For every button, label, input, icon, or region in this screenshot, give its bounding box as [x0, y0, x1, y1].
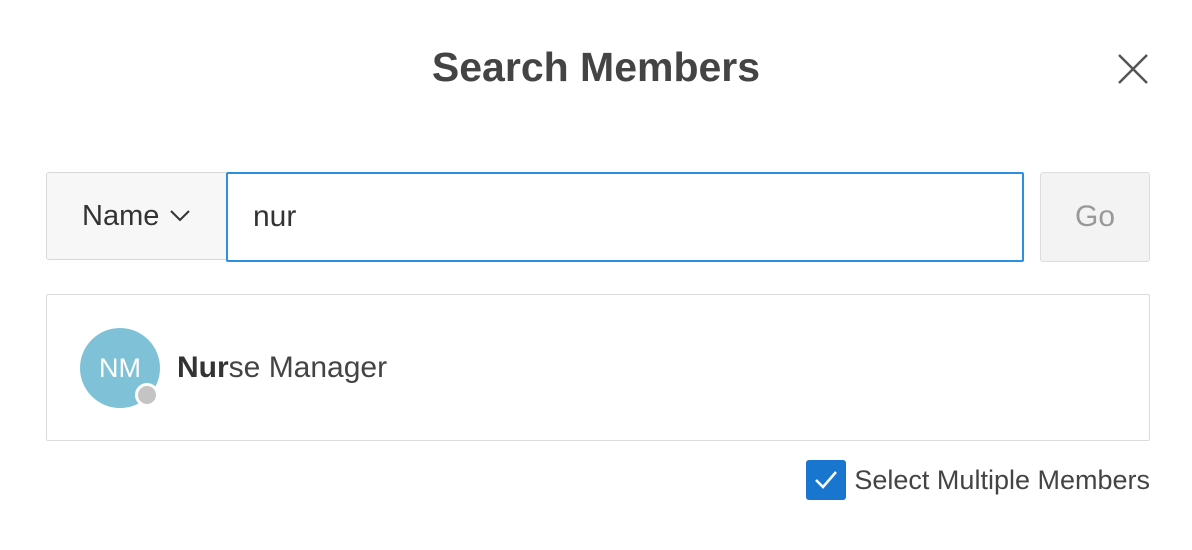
close-button[interactable]: [1114, 50, 1152, 88]
dialog-title: Search Members: [431, 44, 761, 90]
avatar-initials: NM: [99, 352, 141, 383]
search-bar: Name Go: [46, 172, 1150, 262]
select-multiple-label: Select Multiple Members: [854, 464, 1150, 495]
member-name-rest: se Manager: [228, 351, 388, 384]
member-name: Nurse Manager: [177, 349, 387, 387]
select-multiple-checkbox[interactable]: [806, 460, 847, 500]
search-members-dialog: Search Members Name Go NM Nurse Manager: [0, 0, 1192, 550]
go-button[interactable]: Go: [1040, 172, 1150, 262]
member-name-match: Nur: [177, 351, 229, 384]
search-field-label: Name: [82, 199, 160, 232]
search-field-dropdown[interactable]: Name: [46, 172, 226, 260]
select-multiple-toggle[interactable]: Select Multiple Members: [806, 460, 1150, 500]
chevron-down-icon: [170, 210, 191, 222]
checkmark-icon: [815, 471, 838, 489]
close-icon: [1118, 54, 1148, 84]
presence-status-indicator: [135, 383, 159, 407]
list-item[interactable]: NM Nurse Manager: [47, 295, 1149, 440]
search-input[interactable]: [226, 172, 1024, 262]
search-results-list: NM Nurse Manager: [46, 294, 1150, 441]
